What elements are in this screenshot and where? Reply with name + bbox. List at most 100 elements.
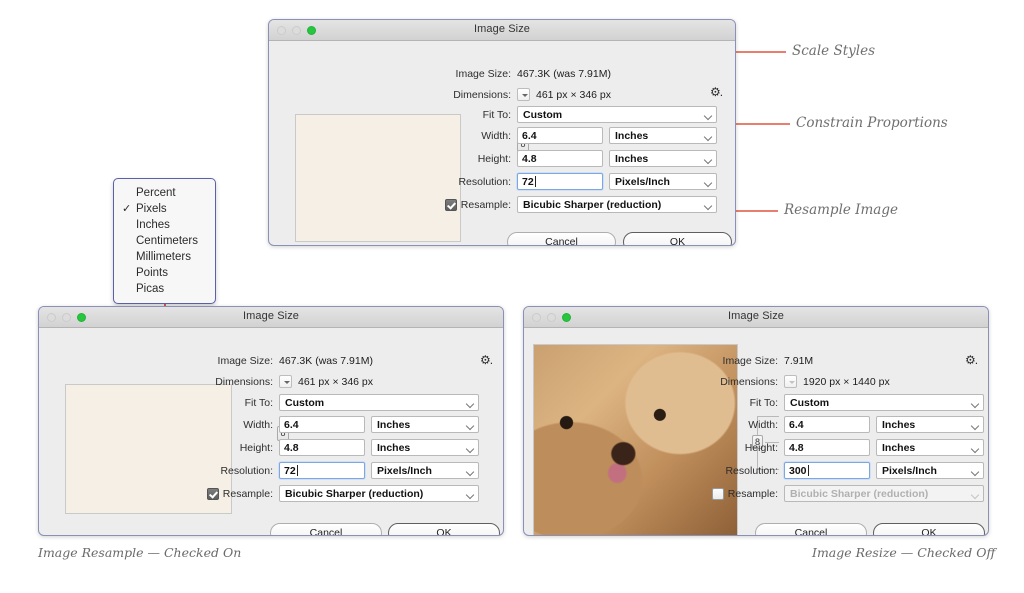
height-input[interactable]: 4.8 [784, 439, 870, 456]
resample-label: Resample: [460, 198, 511, 211]
width-unit-select[interactable]: Inches [876, 416, 984, 433]
resample-label: Resample: [222, 487, 273, 500]
resolution-unit-select[interactable]: Pixels/Inch [876, 462, 984, 479]
menu-item-millimeters[interactable]: Millimeters [114, 249, 215, 265]
height-unit-select[interactable]: Inches [876, 439, 984, 456]
ok-button[interactable]: OK [623, 232, 732, 245]
menu-item-label: Millimeters [136, 251, 191, 263]
width-input[interactable]: 6.4 [517, 127, 603, 144]
width-input[interactable]: 6.4 [784, 416, 870, 433]
resolution-label: Resolution: [458, 175, 511, 188]
height-input[interactable]: 4.8 [517, 150, 603, 167]
menu-item-label: Pixels [136, 203, 167, 215]
menu-item-inches[interactable]: Inches [114, 217, 215, 233]
dimensions-units-dropdown-button[interactable] [784, 375, 797, 388]
menu-item-centimeters[interactable]: Centimeters [114, 233, 215, 249]
resample-checkbox[interactable] [711, 487, 724, 500]
titlebar: Image Size [39, 307, 503, 328]
image-size-value: 467.3K (was 7.91M) [279, 355, 373, 367]
height-unit-select[interactable]: Inches [609, 150, 717, 167]
dialog-title: Image Size [473, 23, 531, 35]
dialog-title: Image Size [242, 310, 300, 322]
width-input[interactable]: 6.4 [279, 416, 365, 433]
resample-method-select[interactable]: Bicubic Sharper (reduction) [279, 485, 479, 502]
resolution-label: Resolution: [220, 464, 273, 477]
caption-right: Image Resize — Checked Off [812, 545, 996, 560]
menu-item-picas[interactable]: Picas [114, 281, 215, 297]
annotation-resample-image: Resample Image [784, 202, 898, 218]
resolution-unit-select[interactable]: Pixels/Inch [609, 173, 717, 190]
height-unit-select[interactable]: Inches [371, 439, 479, 456]
image-size-value: 7.91M [784, 355, 814, 367]
menu-item-label: Picas [136, 283, 165, 295]
annotation-scale-styles: Scale Styles [792, 43, 875, 59]
resolution-input-value: 72 [522, 175, 534, 188]
dialog-title: Image Size [727, 310, 785, 322]
fit-to-select[interactable]: Custom [784, 394, 984, 411]
fit-to-select[interactable]: Custom [279, 394, 479, 411]
gear-icon[interactable]: ⚙. [965, 353, 978, 367]
image-size-label: Image Size: [722, 355, 778, 367]
height-label: Height: [239, 441, 273, 454]
height-label: Height: [477, 152, 511, 165]
dimensions-label: Dimensions: [453, 88, 511, 101]
menu-item-label: Centimeters [136, 235, 198, 247]
image-size-label: Image Size: [217, 355, 273, 367]
gear-icon[interactable]: ⚙. [710, 85, 723, 99]
menu-item-pixels[interactable]: ✓ Pixels [114, 201, 215, 217]
titlebar: Image Size [269, 20, 735, 41]
dimensions-label: Dimensions: [215, 375, 273, 388]
text-caret [534, 176, 536, 187]
resolution-input-value: 300 [789, 464, 807, 477]
dimensions-value: 1920 px × 1440 px [803, 375, 890, 388]
cancel-button[interactable]: Cancel [507, 232, 616, 245]
menu-item-label: Inches [136, 219, 170, 231]
resolution-unit-select[interactable]: Pixels/Inch [371, 462, 479, 479]
screenshot-canvas: Image Size Image Size: 467.3K (was 7.91M… [0, 0, 1024, 593]
fit-to-label: Fit To: [482, 108, 511, 121]
ok-button[interactable]: OK [388, 523, 500, 535]
width-unit-select[interactable]: Inches [609, 127, 717, 144]
dialog-body: Image Size: 7.91M ⚙. Dimensions: 1920 px… [524, 328, 988, 535]
resample-method-select: Bicubic Sharper (reduction) [784, 485, 984, 502]
image-size-dialog-resample-on[interactable]: Image Size Image Size: 467.3K (was 7.91M… [38, 306, 504, 536]
dimensions-units-dropdown-button[interactable] [279, 375, 292, 388]
resample-checkbox[interactable] [206, 487, 219, 500]
width-label: Width: [481, 129, 511, 142]
image-size-dialog-top[interactable]: Image Size Image Size: 467.3K (was 7.91M… [268, 19, 736, 246]
gear-icon[interactable]: ⚙. [480, 353, 493, 367]
text-caret [296, 465, 298, 476]
dimensions-label: Dimensions: [720, 375, 778, 388]
resolution-input[interactable]: 300 [784, 462, 870, 479]
units-dropdown-menu[interactable]: Percent ✓ Pixels Inches Centimeters Mill… [113, 178, 216, 304]
width-unit-select[interactable]: Inches [371, 416, 479, 433]
height-input[interactable]: 4.8 [279, 439, 365, 456]
text-caret [807, 465, 809, 476]
titlebar: Image Size [524, 307, 988, 328]
fit-to-select[interactable]: Custom [517, 106, 717, 123]
checkmark-icon: ✓ [122, 203, 132, 215]
dimensions-value: 461 px × 346 px [298, 375, 374, 388]
caption-left: Image Resample — Checked On [38, 545, 242, 560]
menu-item-label: Percent [136, 187, 176, 199]
image-size-dialog-resample-off[interactable]: Image Size Image Size: 7.91M ⚙. Dimensio… [523, 306, 989, 536]
annotation-constrain-proportions: Constrain Proportions [796, 115, 948, 131]
height-label: Height: [744, 441, 778, 454]
resolution-input[interactable]: 72 [279, 462, 365, 479]
cancel-button[interactable]: Cancel [270, 523, 382, 535]
width-label: Width: [243, 418, 273, 431]
preview-thumbnail-puppies [296, 115, 460, 241]
menu-item-percent[interactable]: Percent [114, 185, 215, 201]
resample-method-select[interactable]: Bicubic Sharper (reduction) [517, 196, 717, 213]
menu-item-points[interactable]: Points [114, 265, 215, 281]
dialog-body: Image Size: 467.3K (was 7.91M) ⚙. Dimens… [269, 41, 735, 245]
ok-button[interactable]: OK [873, 523, 985, 535]
image-size-label: Image Size: [455, 68, 511, 80]
resolution-input[interactable]: 72 [517, 173, 603, 190]
dimensions-units-dropdown-button[interactable] [517, 88, 530, 101]
image-preview [295, 114, 461, 242]
dialog-body: Image Size: 467.3K (was 7.91M) ⚙. Dimens… [39, 328, 503, 535]
cancel-button[interactable]: Cancel [755, 523, 867, 535]
fit-to-label: Fit To: [244, 396, 273, 409]
resample-checkbox[interactable] [444, 198, 457, 211]
